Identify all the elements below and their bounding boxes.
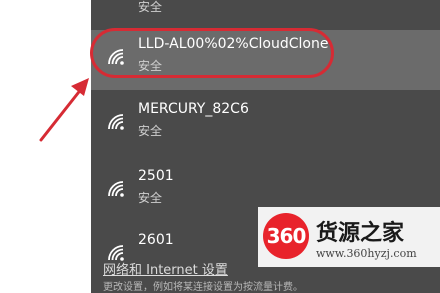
network-item-top-partial[interactable]: 安全 (91, 0, 440, 30)
network-item-mercury[interactable]: MERCURY_82C6 安全 (91, 95, 440, 155)
network-name: 2501 (138, 168, 174, 184)
network-name: MERCURY_82C6 (138, 101, 249, 117)
network-status: 安全 (138, 124, 163, 138)
wifi-signal-icon (108, 181, 124, 197)
settings-description: 更改设置，例如将某连接设置为按流量计费。 (103, 282, 303, 293)
watermark: 360 货源之家 www.360hyzj.com (258, 207, 440, 267)
watermark-title: 货源之家 (316, 221, 405, 246)
wifi-signal-icon (108, 114, 124, 130)
network-status: 安全 (138, 0, 163, 14)
highlight-oval (90, 28, 334, 78)
network-name: 2601 (138, 232, 174, 248)
watermark-url: www.360hyzj.com (316, 247, 417, 260)
network-status: 安全 (138, 191, 163, 205)
screenshot-stage: 安全 LLD-AL00%02%CloudClone 安全 MERCURY_82C… (0, 0, 440, 293)
watermark-logo: 360 (263, 213, 309, 259)
network-internet-settings-link[interactable]: 网络和 Internet 设置 (103, 259, 228, 278)
